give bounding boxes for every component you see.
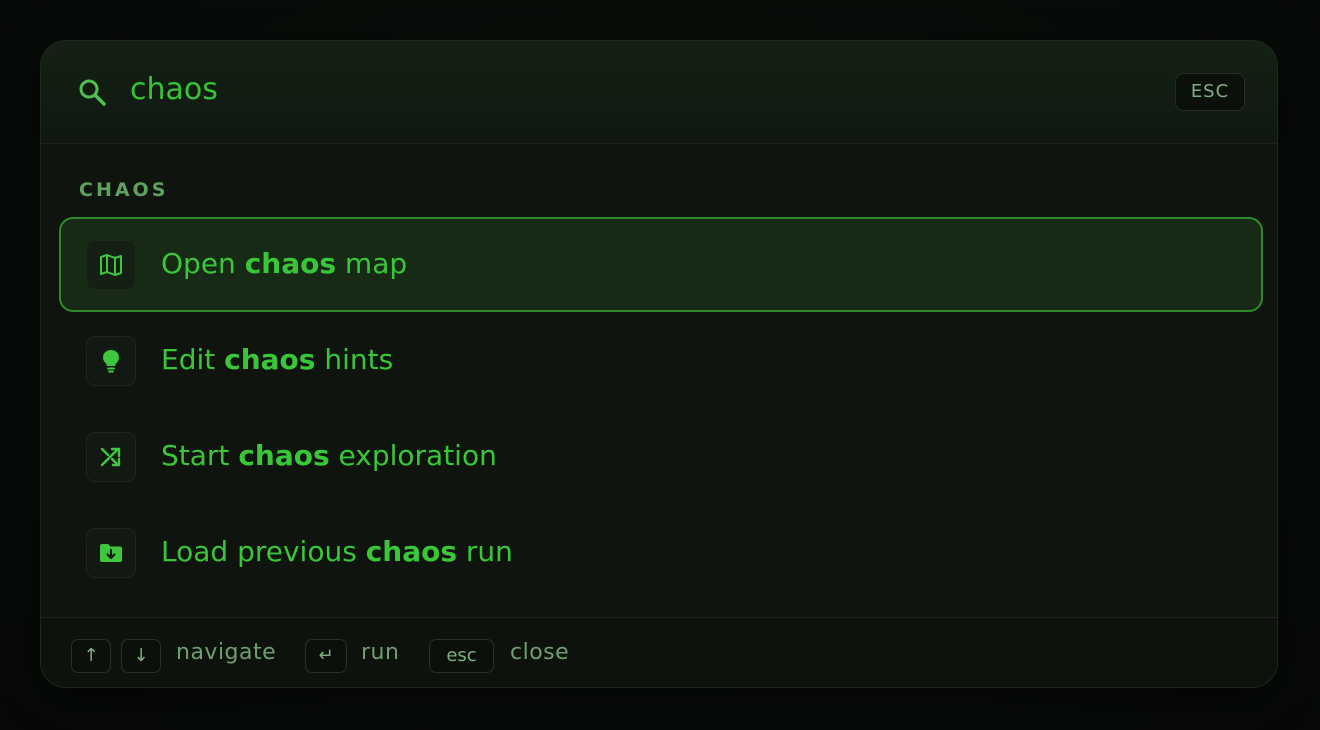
down-arrow-key: ↓ (121, 639, 161, 673)
search-bar: ESC (41, 41, 1277, 144)
enter-key: ↵ (305, 639, 347, 673)
result-label: Edit chaos hints (161, 343, 394, 376)
search-input[interactable] (130, 69, 1130, 109)
result-item-edit-chaos-hints[interactable]: Edit chaos hints (59, 313, 1263, 408)
command-palette: ESC CHAOS Open chaos map Edit chaos hint… (40, 40, 1278, 688)
result-item-load-previous-chaos-run[interactable]: Load previous chaos run (59, 505, 1263, 600)
esc-button[interactable]: ESC (1175, 73, 1245, 111)
close-hint: close (510, 640, 570, 665)
result-label: Load previous chaos run (161, 535, 513, 568)
esc-key: esc (429, 639, 494, 673)
result-item-open-chaos-map[interactable]: Open chaos map (59, 217, 1263, 312)
navigate-hint: navigate (176, 640, 277, 665)
group-heading: CHAOS (79, 179, 169, 201)
footer-hints: ↑ ↓ navigate ↵ run esc close (41, 617, 1277, 687)
up-arrow-key: ↑ (71, 639, 111, 673)
search-icon (77, 77, 107, 107)
result-label: Open chaos map (161, 247, 408, 280)
lightbulb-icon (86, 336, 136, 386)
folder-download-icon (86, 528, 136, 578)
result-label: Start chaos exploration (161, 439, 497, 472)
map-icon (86, 240, 136, 290)
run-hint: run (361, 640, 400, 665)
result-item-start-chaos-exploration[interactable]: Start chaos exploration (59, 409, 1263, 504)
shuffle-icon (86, 432, 136, 482)
